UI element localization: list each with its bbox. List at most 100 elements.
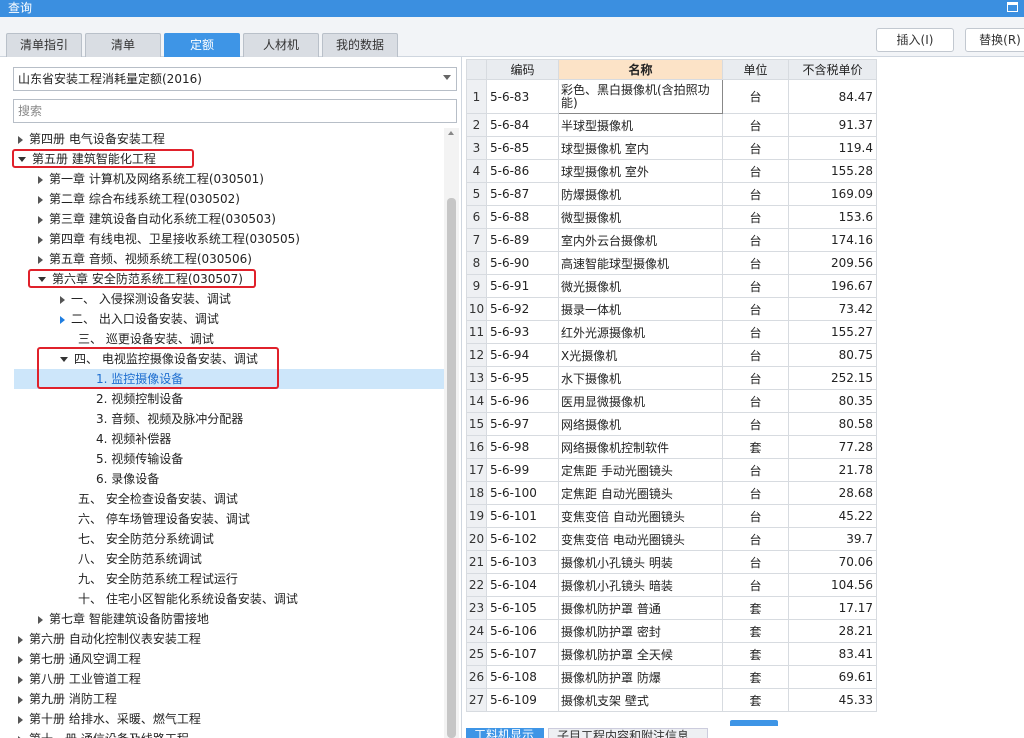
- row-name[interactable]: 球型摄像机 室外: [558, 159, 723, 183]
- row-name[interactable]: 水下摄像机: [558, 366, 723, 390]
- row-unit[interactable]: 台: [722, 527, 789, 551]
- tree-node[interactable]: 五、 安全检查设备安装、调试: [78, 489, 238, 509]
- row-price[interactable]: 80.75: [788, 343, 877, 367]
- row-name[interactable]: 微光摄像机: [558, 274, 723, 298]
- collapsed-arrow-icon[interactable]: [18, 715, 23, 724]
- table-row[interactable]: 4 5-6-86 球型摄像机 室外台 155.28: [466, 159, 877, 183]
- tree-node[interactable]: 第四册 电气设备安装工程: [18, 129, 165, 149]
- row-name[interactable]: 防爆摄像机: [558, 182, 723, 206]
- row-price[interactable]: 169.09: [788, 182, 877, 206]
- row-price[interactable]: 155.27: [788, 320, 877, 344]
- row-name[interactable]: 网络摄像机: [558, 412, 723, 436]
- row-price[interactable]: 252.15: [788, 366, 877, 390]
- row-name[interactable]: 摄录一体机: [558, 297, 723, 321]
- scroll-up-icon[interactable]: [448, 131, 454, 135]
- row-price[interactable]: 17.17: [788, 596, 877, 620]
- tree-node[interactable]: 第十一册 通信设备及线路工程: [18, 729, 189, 738]
- table-row[interactable]: 21 5-6-103 摄像机小孔镜头 明装台 70.06: [466, 550, 877, 574]
- row-price[interactable]: 21.78: [788, 458, 877, 482]
- row-unit[interactable]: 台: [722, 79, 789, 114]
- collapsed-arrow-icon[interactable]: [38, 235, 43, 244]
- tree-node[interactable]: 第七章 智能建筑设备防雷接地: [38, 609, 209, 629]
- row-name[interactable]: 彩色、黑白摄像机(含拍照功能): [558, 79, 723, 114]
- tab-work-content[interactable]: 子目工程内容和附注信息: [548, 728, 708, 738]
- row-code[interactable]: 5-6-105: [486, 596, 559, 620]
- table-header-code[interactable]: 编码: [486, 59, 559, 80]
- row-code[interactable]: 5-6-99: [486, 458, 559, 482]
- row-code[interactable]: 5-6-83: [486, 79, 559, 114]
- row-unit[interactable]: 台: [722, 205, 789, 229]
- row-index[interactable]: 20: [466, 527, 487, 551]
- collapsed-arrow-icon[interactable]: [38, 175, 43, 184]
- row-code[interactable]: 5-6-108: [486, 665, 559, 689]
- row-index[interactable]: 5: [466, 182, 487, 206]
- tree-node[interactable]: 十、 住宅小区智能化系统设备安装、调试: [78, 589, 298, 609]
- row-name[interactable]: 摄像机防护罩 防爆: [558, 665, 723, 689]
- table-row[interactable]: 18 5-6-100 定焦距 自动光圈镜头台 28.68: [466, 481, 877, 505]
- tree-node[interactable]: 第八册 工业管道工程: [18, 669, 141, 689]
- table-row[interactable]: 19 5-6-101 变焦变倍 自动光圈镜头台 45.22: [466, 504, 877, 528]
- row-code[interactable]: 5-6-87: [486, 182, 559, 206]
- row-unit[interactable]: 套: [722, 435, 789, 459]
- row-index[interactable]: 14: [466, 389, 487, 413]
- row-code[interactable]: 5-6-84: [486, 113, 559, 137]
- row-code[interactable]: 5-6-95: [486, 366, 559, 390]
- row-name[interactable]: 摄像机防护罩 密封: [558, 619, 723, 643]
- tree-node[interactable]: 第七册 通风空调工程: [18, 649, 141, 669]
- row-index[interactable]: 18: [466, 481, 487, 505]
- row-index[interactable]: 19: [466, 504, 487, 528]
- row-code[interactable]: 5-6-88: [486, 205, 559, 229]
- row-price[interactable]: 155.28: [788, 159, 877, 183]
- row-name[interactable]: 定焦距 自动光圈镜头: [558, 481, 723, 505]
- row-index[interactable]: 17: [466, 458, 487, 482]
- tree-node[interactable]: 第十册 给排水、采暖、燃气工程: [18, 709, 201, 729]
- table-row[interactable]: 3 5-6-85 球型摄像机 室内台 119.4: [466, 136, 877, 160]
- row-unit[interactable]: 台: [722, 389, 789, 413]
- table-row[interactable]: 17 5-6-99 定焦距 手动光圈镜头台 21.78: [466, 458, 877, 482]
- row-index[interactable]: 1: [466, 79, 487, 114]
- row-index[interactable]: 6: [466, 205, 487, 229]
- row-code[interactable]: 5-6-101: [486, 504, 559, 528]
- row-unit[interactable]: 台: [722, 366, 789, 390]
- maximize-icon[interactable]: [1007, 2, 1018, 12]
- row-name[interactable]: 变焦变倍 电动光圈镜头: [558, 527, 723, 551]
- row-unit[interactable]: 台: [722, 159, 789, 183]
- scrollbar-thumb[interactable]: [447, 198, 456, 738]
- row-index[interactable]: 26: [466, 665, 487, 689]
- row-index[interactable]: 11: [466, 320, 487, 344]
- table-row[interactable]: 5 5-6-87 防爆摄像机台 169.09: [466, 182, 877, 206]
- row-name[interactable]: 高速智能球型摄像机: [558, 251, 723, 275]
- table-row[interactable]: 8 5-6-90 高速智能球型摄像机台 209.56: [466, 251, 877, 275]
- insert-button[interactable]: 插入(I): [876, 28, 954, 52]
- row-price[interactable]: 45.22: [788, 504, 877, 528]
- row-name[interactable]: 医用显微摄像机: [558, 389, 723, 413]
- table-row[interactable]: 7 5-6-89 室内外云台摄像机台 174.16: [466, 228, 877, 252]
- row-index[interactable]: 25: [466, 642, 487, 666]
- row-name[interactable]: 摄像机小孔镜头 暗装: [558, 573, 723, 597]
- table-row[interactable]: 14 5-6-96 医用显微摄像机台 80.35: [466, 389, 877, 413]
- row-unit[interactable]: 套: [722, 619, 789, 643]
- row-unit[interactable]: 套: [722, 688, 789, 712]
- row-code[interactable]: 5-6-89: [486, 228, 559, 252]
- table-header-price[interactable]: 不含税单价: [788, 59, 877, 80]
- collapsed-arrow-icon[interactable]: [18, 135, 23, 144]
- row-index[interactable]: 3: [466, 136, 487, 160]
- table-row[interactable]: 6 5-6-88 微型摄像机台 153.6: [466, 205, 877, 229]
- collapsed-arrow-icon[interactable]: [60, 295, 65, 304]
- row-unit[interactable]: 台: [722, 343, 789, 367]
- row-code[interactable]: 5-6-92: [486, 297, 559, 321]
- row-price[interactable]: 84.47: [788, 79, 877, 114]
- row-unit[interactable]: 台: [722, 504, 789, 528]
- table-row[interactable]: 12 5-6-94 X光摄像机台 80.75: [466, 343, 877, 367]
- tree-node[interactable]: 第四章 有线电视、卫星接收系统工程(030505): [38, 229, 300, 249]
- row-code[interactable]: 5-6-102: [486, 527, 559, 551]
- tree-node[interactable]: 第六册 自动化控制仪表安装工程: [18, 629, 201, 649]
- collapsed-arrow-icon[interactable]: [38, 215, 43, 224]
- table-header-unit[interactable]: 单位: [722, 59, 789, 80]
- row-unit[interactable]: 台: [722, 113, 789, 137]
- row-code[interactable]: 5-6-104: [486, 573, 559, 597]
- row-code[interactable]: 5-6-103: [486, 550, 559, 574]
- row-unit[interactable]: 套: [722, 596, 789, 620]
- row-name[interactable]: 网络摄像机控制软件: [558, 435, 723, 459]
- collapsed-arrow-icon[interactable]: [38, 195, 43, 204]
